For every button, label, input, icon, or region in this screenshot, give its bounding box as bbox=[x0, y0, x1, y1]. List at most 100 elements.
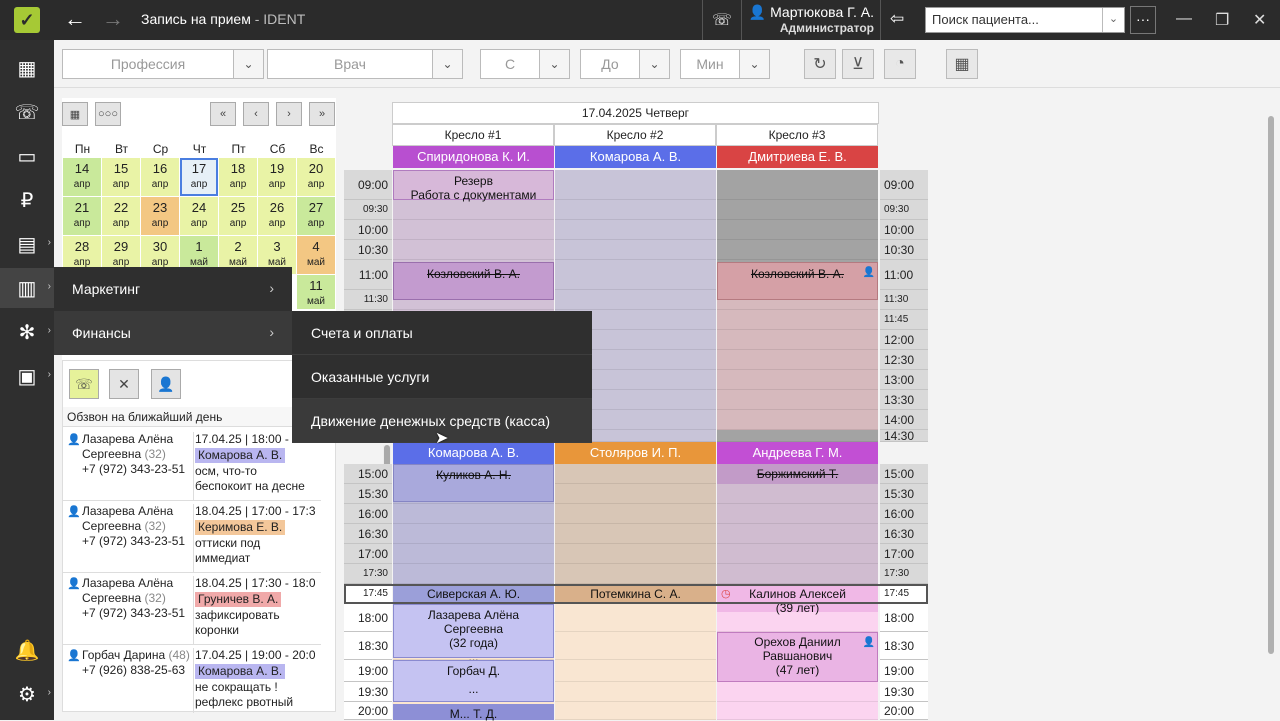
calendar-day[interactable]: 14 апр bbox=[63, 158, 101, 196]
waitlist-tab-button[interactable]: 👤 bbox=[151, 369, 181, 399]
minimize-icon[interactable]: — bbox=[1176, 10, 1192, 28]
time-slot[interactable] bbox=[717, 702, 878, 720]
call-row[interactable]: 👤 Лазарева Алёна Сергеевна (32) +7 (972) 3… bbox=[63, 429, 321, 501]
close-icon[interactable]: ✕ bbox=[1253, 10, 1266, 30]
calendar-day[interactable]: 19 апр bbox=[258, 158, 296, 196]
time-slot[interactable] bbox=[555, 240, 716, 260]
sidebar-schedule-icon[interactable]: ▦ bbox=[0, 48, 54, 88]
back-arrow-icon[interactable]: ← bbox=[64, 8, 86, 30]
current-user[interactable]: 👤 Мартюкова Г. А. Администратор bbox=[748, 4, 874, 36]
calendar-day[interactable]: 25 апр bbox=[219, 197, 257, 235]
next-month-button[interactable]: » bbox=[309, 102, 335, 126]
appointment-kulikov[interactable]: Куликов А. Н. bbox=[393, 464, 554, 502]
time-slot[interactable] bbox=[717, 310, 878, 330]
sidebar-calls-icon[interactable]: ☏ bbox=[0, 92, 54, 132]
next-week-button[interactable]: › bbox=[276, 102, 302, 126]
calendar-day[interactable]: 11 май bbox=[297, 275, 335, 309]
sidebar-inventory-icon[interactable]: ▣ › bbox=[0, 356, 54, 396]
time-slot[interactable] bbox=[717, 200, 878, 220]
call-row[interactable]: 👤 Лазарева Алёна Сергеевна (32) +7 (972) 3… bbox=[63, 573, 321, 645]
time-slot[interactable] bbox=[717, 220, 878, 240]
doctor-header[interactable]: Столяров И. П. bbox=[555, 442, 716, 464]
minutes-select[interactable]: Мин ⌄ bbox=[680, 49, 770, 79]
time-slot[interactable] bbox=[717, 240, 878, 260]
chevron-down-icon[interactable]: ⌄ bbox=[432, 50, 462, 78]
time-from-select[interactable]: С ⌄ bbox=[480, 49, 570, 79]
time-slot[interactable] bbox=[555, 544, 716, 564]
time-slot[interactable] bbox=[717, 410, 878, 430]
time-slot[interactable] bbox=[393, 564, 554, 584]
calendar-day[interactable]: 22 апр bbox=[102, 197, 140, 235]
chevron-down-icon[interactable]: ⌄ bbox=[233, 50, 263, 78]
doctor-select[interactable]: Врач ⌄ bbox=[267, 49, 463, 79]
time-slot[interactable] bbox=[555, 604, 716, 632]
time-slot[interactable] bbox=[393, 220, 554, 240]
time-slot[interactable] bbox=[393, 524, 554, 544]
calendar-day[interactable]: 27 апр bbox=[297, 197, 335, 235]
time-slot[interactable] bbox=[555, 170, 716, 200]
sidebar-staff-icon[interactable]: ✻ › bbox=[0, 312, 54, 352]
submenu-item-services[interactable]: Оказанные услуги bbox=[292, 355, 592, 399]
chevron-down-icon[interactable]: ⌄ bbox=[639, 50, 669, 78]
calendar-day[interactable]: 20 апр bbox=[297, 158, 335, 196]
bell-icon[interactable]: 🔔 bbox=[0, 630, 54, 670]
more-button[interactable]: ○○○ bbox=[95, 102, 121, 126]
time-zone-button[interactable]: ◔ bbox=[884, 49, 916, 79]
restore-icon[interactable]: ❐ bbox=[1215, 10, 1229, 30]
time-slot[interactable] bbox=[717, 330, 878, 350]
time-slot[interactable] bbox=[555, 702, 716, 720]
time-slot[interactable] bbox=[717, 504, 878, 524]
calendar-day[interactable]: 15 апр bbox=[102, 158, 140, 196]
time-slot[interactable] bbox=[555, 524, 716, 544]
time-slot[interactable] bbox=[717, 524, 878, 544]
time-slot[interactable] bbox=[717, 390, 878, 410]
time-slot[interactable] bbox=[717, 170, 878, 200]
time-slot[interactable] bbox=[717, 370, 878, 390]
forward-arrow-icon[interactable]: → bbox=[102, 8, 124, 30]
menu-item-finance[interactable]: Финансы › bbox=[54, 311, 292, 355]
refresh-button[interactable]: ↻ bbox=[804, 49, 836, 79]
appointment-orekhov[interactable]: Орехов Даниил Равшанович (47 лет) 👤 bbox=[717, 632, 878, 682]
time-slot[interactable] bbox=[555, 504, 716, 524]
time-to-select[interactable]: До ⌄ bbox=[580, 49, 670, 79]
phone-icon[interactable]: ☏ bbox=[712, 10, 732, 30]
submenu-item-invoices[interactable]: Счета и оплаты bbox=[292, 311, 592, 355]
calendar-day[interactable]: 4 май bbox=[297, 236, 335, 274]
time-slot[interactable] bbox=[717, 430, 878, 442]
time-slot[interactable] bbox=[393, 504, 554, 524]
prev-month-button[interactable]: « bbox=[210, 102, 236, 126]
calendar-day[interactable]: 26 апр bbox=[258, 197, 296, 235]
doctor-header[interactable]: Комарова А. В. bbox=[393, 442, 554, 464]
time-slot[interactable] bbox=[555, 632, 716, 660]
appointment-borzhimsky[interactable]: Боржимский Т. bbox=[717, 464, 878, 484]
time-slot[interactable] bbox=[555, 682, 716, 702]
time-slot[interactable] bbox=[717, 564, 878, 584]
today-button[interactable]: ▦ bbox=[62, 102, 88, 126]
calendar-day[interactable]: 21 апр bbox=[63, 197, 101, 235]
time-slot[interactable] bbox=[555, 484, 716, 504]
patient-search-input[interactable]: Поиск пациента... ⌄ bbox=[925, 7, 1125, 33]
doctor-header[interactable]: Комарова А. В. bbox=[555, 146, 716, 168]
time-slot[interactable] bbox=[717, 682, 878, 702]
appointment-gorbach[interactable]: Горбач Д.... bbox=[393, 660, 554, 702]
time-slot[interactable] bbox=[555, 564, 716, 584]
call-row[interactable]: 👤 Лазарева Алёна Сергеевна (32) +7 (972) 3… bbox=[63, 501, 321, 573]
doctor-header[interactable]: Андреева Г. М. bbox=[717, 442, 878, 464]
appointment-kozlovsky[interactable]: Козловский В. А. 👤 bbox=[717, 262, 878, 300]
doctor-header[interactable]: Спиридонова К. И. bbox=[393, 146, 554, 168]
time-slot[interactable] bbox=[393, 200, 554, 220]
sidebar-messages-icon[interactable]: ▭ bbox=[0, 136, 54, 176]
clear-filter-button[interactable]: ⊻ bbox=[842, 49, 874, 79]
appointment-last[interactable]: М... Т. Д. bbox=[393, 704, 554, 721]
cancelled-tab-button[interactable]: ✕ bbox=[109, 369, 139, 399]
logout-icon[interactable]: ⇦ bbox=[890, 9, 904, 29]
calendar-settings-button[interactable]: ▦ bbox=[946, 49, 978, 79]
sidebar-payments-icon[interactable]: ₽ bbox=[0, 180, 54, 220]
chevron-down-icon[interactable]: ⌄ bbox=[1102, 8, 1124, 32]
time-slot[interactable] bbox=[555, 260, 716, 290]
calendar-day[interactable]: 23 апр bbox=[141, 197, 179, 235]
calendar-day[interactable]: 17 апр bbox=[180, 158, 218, 196]
chevron-down-icon[interactable]: ⌄ bbox=[539, 50, 569, 78]
time-slot[interactable] bbox=[555, 200, 716, 220]
time-slot[interactable] bbox=[555, 220, 716, 240]
